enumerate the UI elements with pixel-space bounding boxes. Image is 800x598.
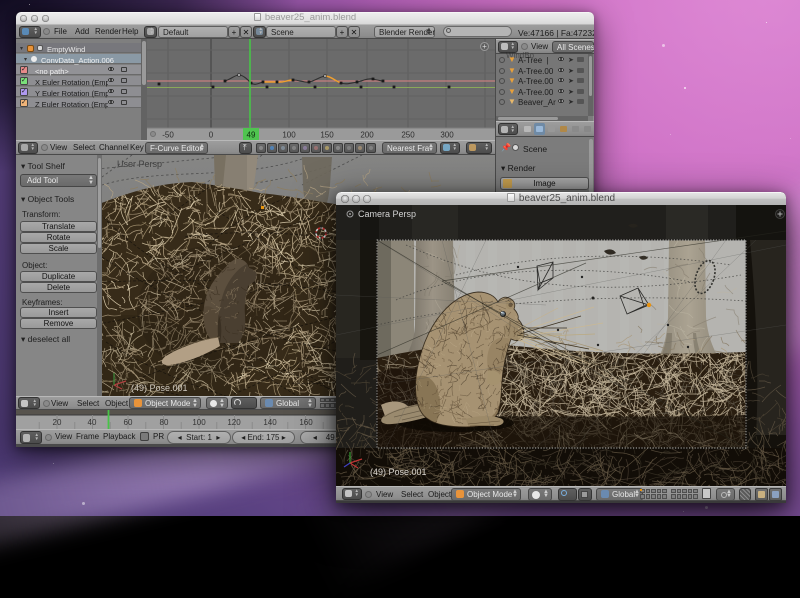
svg-text:(49) Pose.001: (49) Pose.001 bbox=[131, 383, 188, 393]
svg-text:100: 100 bbox=[282, 131, 296, 140]
svg-text:200: 200 bbox=[360, 131, 374, 140]
svg-text:300: 300 bbox=[440, 131, 454, 140]
svg-text:User Persp: User Persp bbox=[117, 159, 162, 169]
svg-text:80: 80 bbox=[160, 418, 169, 427]
svg-text:250: 250 bbox=[401, 131, 415, 140]
svg-text:40: 40 bbox=[88, 418, 97, 427]
svg-text:160: 160 bbox=[299, 418, 313, 427]
svg-text:0: 0 bbox=[209, 131, 214, 140]
svg-text:140: 140 bbox=[263, 418, 277, 427]
svg-text:120: 120 bbox=[227, 418, 241, 427]
svg-text:-50: -50 bbox=[162, 131, 174, 140]
svg-text:20: 20 bbox=[53, 418, 62, 427]
svg-text:150: 150 bbox=[320, 131, 334, 140]
svg-text:(49) Pose.001: (49) Pose.001 bbox=[370, 467, 427, 477]
svg-text:49: 49 bbox=[247, 131, 256, 140]
svg-text:60: 60 bbox=[124, 418, 133, 427]
svg-text:100: 100 bbox=[192, 418, 206, 427]
svg-text:Camera Persp: Camera Persp bbox=[358, 209, 416, 219]
